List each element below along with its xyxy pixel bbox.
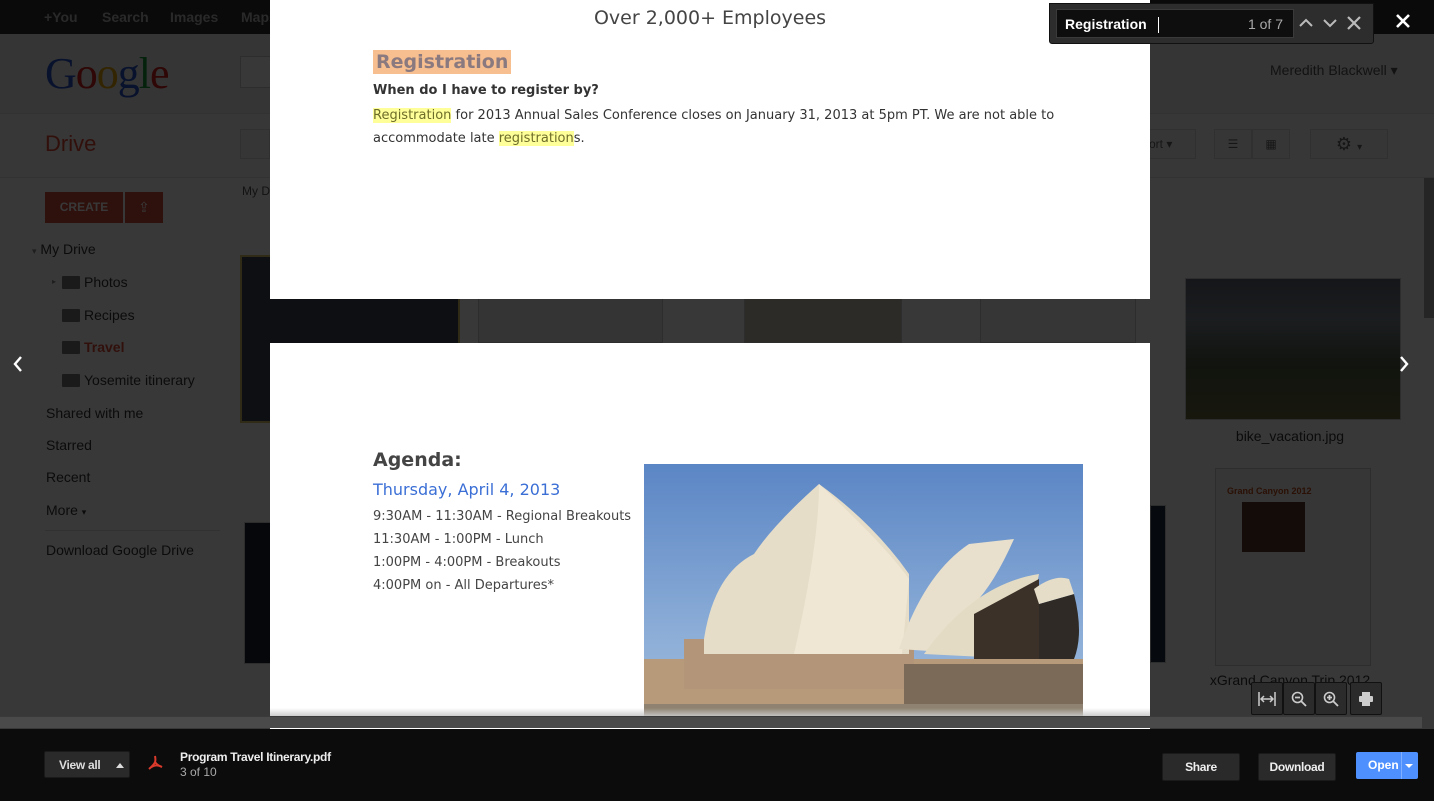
search-match: registration xyxy=(498,131,574,146)
chevron-right-icon xyxy=(1400,356,1409,372)
page-title: Over 2,000+ Employees xyxy=(593,7,827,29)
agenda-item: 9:30AM - 11:30AM - Regional Breakouts xyxy=(373,509,632,524)
open-label: Open xyxy=(1368,758,1399,772)
view-all-label: View all xyxy=(59,758,101,772)
open-button[interactable]: Open xyxy=(1356,752,1418,779)
agenda-list: 9:30AM - 11:30AM - Regional Breakouts 11… xyxy=(373,505,631,597)
print-button[interactable] xyxy=(1350,682,1382,715)
file-position: 3 of 10 xyxy=(180,765,217,779)
current-match-heading: Registration xyxy=(373,50,512,74)
pdf-icon xyxy=(146,754,164,777)
fit-width-button[interactable] xyxy=(1251,682,1283,715)
document-page-1: Over 2,000+ Employees Registration When … xyxy=(270,0,1150,299)
close-icon xyxy=(1347,16,1361,30)
agenda-item: 11:30AM - 1:00PM - Lunch xyxy=(373,532,544,547)
agenda-item: 1:00PM - 4:00PM - Breakouts xyxy=(373,555,561,570)
download-button[interactable]: Download xyxy=(1258,753,1336,781)
match-count: 1 of 7 xyxy=(1247,16,1283,32)
find-input[interactable] xyxy=(1065,14,1215,34)
body-text: s. xyxy=(573,131,585,146)
document-page-2: Agenda: Thursday, April 4, 2013 9:30AM -… xyxy=(270,343,1150,743)
drive-file-viewer: +You Search Images Maps Google Meredith … xyxy=(0,0,1434,801)
search-match: Registration xyxy=(373,108,452,123)
share-button[interactable]: Share xyxy=(1162,753,1240,781)
viewer-bottom-bar: View all Program Travel Itinerary.pdf 3 … xyxy=(0,729,1434,801)
agenda-heading: Agenda: xyxy=(373,449,462,471)
body-text: for 2013 Annual Sales Conference closes … xyxy=(373,108,1055,146)
find-next-button[interactable] xyxy=(1318,10,1342,37)
chevron-left-icon xyxy=(13,356,22,372)
print-icon xyxy=(1359,691,1373,706)
text-caret xyxy=(1158,17,1159,33)
chevron-down-icon xyxy=(1323,19,1337,28)
zoom-in-icon xyxy=(1323,691,1339,707)
viewer-close-button[interactable] xyxy=(1392,10,1414,32)
find-bar: 1 of 7 xyxy=(1049,3,1374,44)
previous-file-button[interactable] xyxy=(8,354,28,378)
chevron-up-icon xyxy=(1299,18,1313,27)
caret-up-icon xyxy=(116,763,124,768)
next-file-button[interactable] xyxy=(1394,354,1414,378)
agenda-item: 4:00PM on - All Departures* xyxy=(373,578,555,593)
find-previous-button[interactable] xyxy=(1294,10,1318,37)
close-icon xyxy=(1396,14,1410,28)
zoom-in-button[interactable] xyxy=(1315,682,1347,715)
page-shadow xyxy=(270,708,1150,716)
zoom-out-button[interactable] xyxy=(1283,682,1315,715)
horizontal-scrollbar[interactable] xyxy=(0,716,1422,728)
zoom-out-icon xyxy=(1291,691,1307,707)
find-close-button[interactable] xyxy=(1342,10,1366,37)
fit-width-icon xyxy=(1258,691,1276,706)
agenda-date: Thursday, April 4, 2013 xyxy=(373,480,561,499)
faq-question: When do I have to register by? xyxy=(373,83,599,98)
find-input-box[interactable]: 1 of 7 xyxy=(1056,9,1294,38)
file-name: Program Travel Itinerary.pdf xyxy=(180,750,331,764)
button-divider xyxy=(1401,752,1402,779)
chevron-down-icon[interactable] xyxy=(1405,764,1413,768)
view-all-button[interactable]: View all xyxy=(44,751,130,778)
faq-answer: Registration for 2013 Annual Sales Confe… xyxy=(373,104,1073,150)
sydney-opera-house-image xyxy=(644,464,1083,724)
